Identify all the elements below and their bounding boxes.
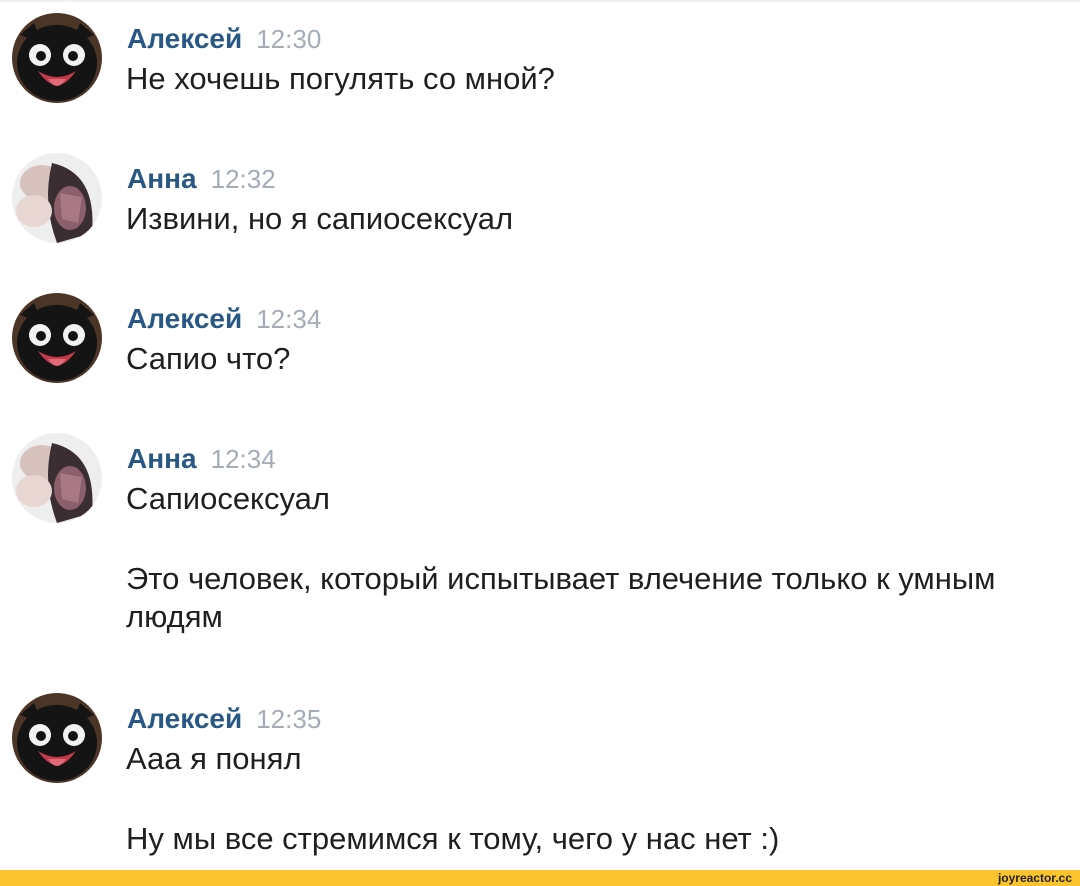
message-header: Анна 12:32 <box>127 165 276 193</box>
message-header: Алексей 12:34 <box>127 305 321 333</box>
alexey-avatar[interactable] <box>12 693 102 783</box>
message-text: Ааа я понял <box>126 741 302 776</box>
message-text: Это человек, который испытывает влечение… <box>126 561 996 634</box>
top-divider <box>0 0 1080 2</box>
message-text: Ну мы все стремимся к тому, чего у нас н… <box>126 821 780 856</box>
watermark: joyreactor.cc <box>997 871 1072 885</box>
anna-avatar[interactable] <box>12 433 102 523</box>
message-text: Не хочешь погулять со мной? <box>126 61 555 96</box>
message-header: Алексей 12:35 <box>127 705 321 733</box>
message-text: Извини, но я сапиосексуал <box>126 201 514 236</box>
message-time: 12:32 <box>210 164 276 194</box>
author-name[interactable]: Алексей <box>127 703 242 734</box>
author-name[interactable]: Анна <box>127 163 197 194</box>
author-name[interactable]: Алексей <box>127 303 242 334</box>
message-time: 12:30 <box>256 24 322 54</box>
alexey-avatar[interactable] <box>12 13 102 103</box>
author-name[interactable]: Алексей <box>127 23 242 54</box>
message-time: 12:34 <box>256 304 322 334</box>
message-text: Сапио что? <box>126 341 291 376</box>
author-name[interactable]: Анна <box>127 443 197 474</box>
message-time: 12:35 <box>256 704 322 734</box>
message-time: 12:34 <box>210 444 276 474</box>
message-header: Алексей 12:30 <box>127 25 321 53</box>
footer-bar: joyreactor.cc <box>0 870 1080 886</box>
message-text: Сапиосексуал <box>126 481 330 516</box>
alexey-avatar[interactable] <box>12 293 102 383</box>
anna-avatar[interactable] <box>12 153 102 243</box>
message-header: Анна 12:34 <box>127 445 276 473</box>
